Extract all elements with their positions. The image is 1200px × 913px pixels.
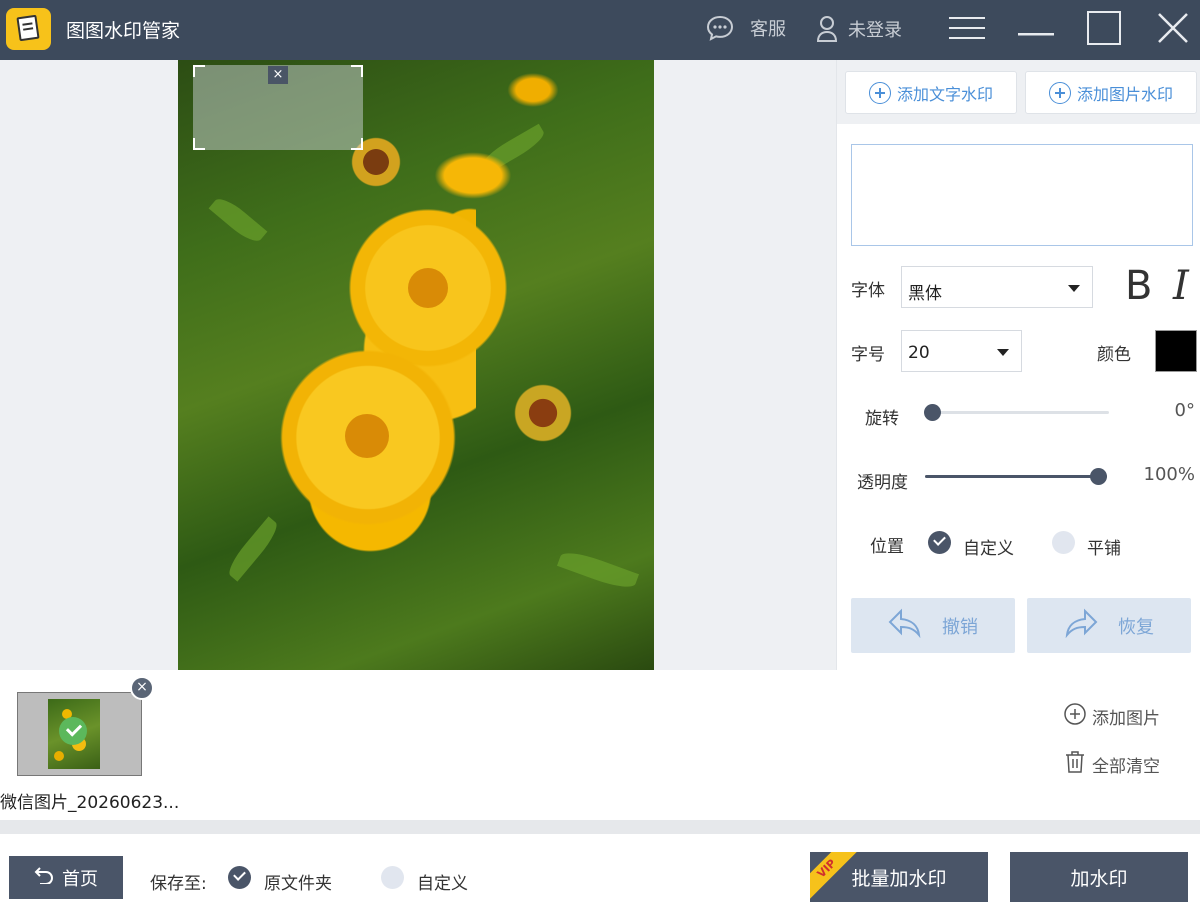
plus-circle-icon <box>1048 81 1071 104</box>
font-select-value: 黑体 <box>908 284 942 304</box>
rotation-slider-track[interactable] <box>925 411 1109 414</box>
undo-label: 撤销 <box>942 616 978 638</box>
image-thumbnail[interactable] <box>17 692 142 776</box>
save-original-folder-label: 原文件夹 <box>264 874 332 894</box>
position-tile-radio[interactable] <box>1052 531 1075 554</box>
save-custom-radio[interactable] <box>381 866 404 889</box>
add-text-watermark-label: 添加文字水印 <box>896 84 993 104</box>
menu-button[interactable] <box>947 10 987 50</box>
maximize-icon <box>1087 11 1121 49</box>
preview-photo <box>178 60 654 670</box>
maximize-button[interactable] <box>1084 10 1124 50</box>
watermark-settings-panel: 添加文字水印 添加图片水印 字体 黑体 B I 字号 20 颜色 旋转 0° 透… <box>836 60 1200 670</box>
apply-watermark-label: 加水印 <box>1070 867 1128 890</box>
add-image-label: 添加图片 <box>1092 709 1160 729</box>
check-icon <box>59 717 87 745</box>
bottom-bar: 首页 保存至: 原文件夹 自定义 VIP 批量加水印 加水印 <box>0 834 1200 913</box>
font-label: 字体 <box>851 281 885 301</box>
redo-label: 恢复 <box>1118 616 1154 638</box>
watermark-text-input[interactable] <box>851 144 1193 246</box>
login-label: 未登录 <box>848 20 902 41</box>
rotation-slider-thumb[interactable] <box>924 404 941 421</box>
chevron-down-icon <box>1068 285 1080 292</box>
opacity-value: 100% <box>1143 464 1195 485</box>
close-icon <box>1157 12 1189 48</box>
chat-bubble-icon <box>706 15 734 41</box>
plus-circle-icon <box>1064 703 1086 730</box>
login-button[interactable]: 未登录 <box>816 15 902 43</box>
minimize-button[interactable] <box>1016 10 1056 50</box>
rotation-label: 旋转 <box>865 409 899 429</box>
panel-header: 添加文字水印 添加图片水印 <box>837 60 1200 124</box>
font-size-select[interactable]: 20 <box>901 330 1022 372</box>
remove-image-close-icon[interactable]: × <box>130 676 154 700</box>
plus-circle-icon <box>868 81 891 104</box>
color-picker-swatch[interactable] <box>1155 330 1197 372</box>
back-arrow-icon <box>34 866 54 889</box>
title-bar: 图图水印管家 客服 未登录 <box>0 0 1200 60</box>
position-tile-label: 平铺 <box>1087 539 1121 559</box>
save-to-label: 保存至: <box>150 874 207 894</box>
position-label: 位置 <box>870 537 904 557</box>
app-logo-icon <box>6 8 51 50</box>
save-original-folder-radio[interactable] <box>228 866 251 889</box>
color-label: 颜色 <box>1097 345 1131 365</box>
save-custom-label: 自定义 <box>417 874 468 894</box>
close-window-button[interactable] <box>1153 10 1193 50</box>
redo-button[interactable]: 恢复 <box>1027 598 1191 653</box>
image-list-strip: × 微信图片_20260623... 添加图片 全部清空 <box>0 670 1200 820</box>
customer-service-button[interactable]: 客服 <box>706 15 786 41</box>
home-button[interactable]: 首页 <box>9 856 123 899</box>
apply-watermark-button[interactable]: 加水印 <box>1010 852 1188 902</box>
font-select[interactable]: 黑体 <box>901 266 1093 308</box>
font-size-label: 字号 <box>851 345 885 365</box>
bold-button[interactable]: B <box>1125 263 1152 309</box>
batch-watermark-label: 批量加水印 <box>851 867 947 890</box>
add-image-button[interactable]: 添加图片 <box>1064 703 1160 730</box>
separator <box>0 820 1200 834</box>
minimize-icon <box>1018 21 1054 40</box>
opacity-label: 透明度 <box>857 473 908 493</box>
italic-button[interactable]: I <box>1173 263 1189 309</box>
font-size-select-value: 20 <box>908 343 930 363</box>
remove-watermark-close-icon[interactable]: × <box>268 66 288 84</box>
user-icon <box>816 15 838 43</box>
home-label: 首页 <box>62 868 98 890</box>
trash-icon <box>1064 750 1086 779</box>
clear-all-button[interactable]: 全部清空 <box>1064 750 1160 779</box>
undo-button[interactable]: 撤销 <box>851 598 1015 653</box>
customer-service-label: 客服 <box>750 19 786 40</box>
add-image-watermark-label: 添加图片水印 <box>1076 84 1173 104</box>
batch-watermark-button[interactable]: VIP 批量加水印 <box>810 852 988 902</box>
redo-arrow-icon <box>1064 608 1098 643</box>
position-custom-label: 自定义 <box>963 539 1014 559</box>
opacity-slider-thumb[interactable] <box>1090 468 1107 485</box>
add-text-watermark-button[interactable]: 添加文字水印 <box>845 71 1017 114</box>
preview-canvas: × <box>0 60 836 670</box>
opacity-slider-fill <box>925 475 1107 478</box>
chevron-down-icon <box>997 349 1009 356</box>
hamburger-menu-icon <box>949 15 985 45</box>
add-image-watermark-button[interactable]: 添加图片水印 <box>1025 71 1197 114</box>
rotation-value: 0° <box>1174 400 1195 421</box>
position-custom-radio[interactable] <box>928 531 951 554</box>
clear-all-label: 全部清空 <box>1092 757 1160 777</box>
app-title: 图图水印管家 <box>66 20 181 42</box>
thumbnail-filename: 微信图片_20260623... <box>0 793 180 813</box>
undo-arrow-icon <box>888 608 922 643</box>
